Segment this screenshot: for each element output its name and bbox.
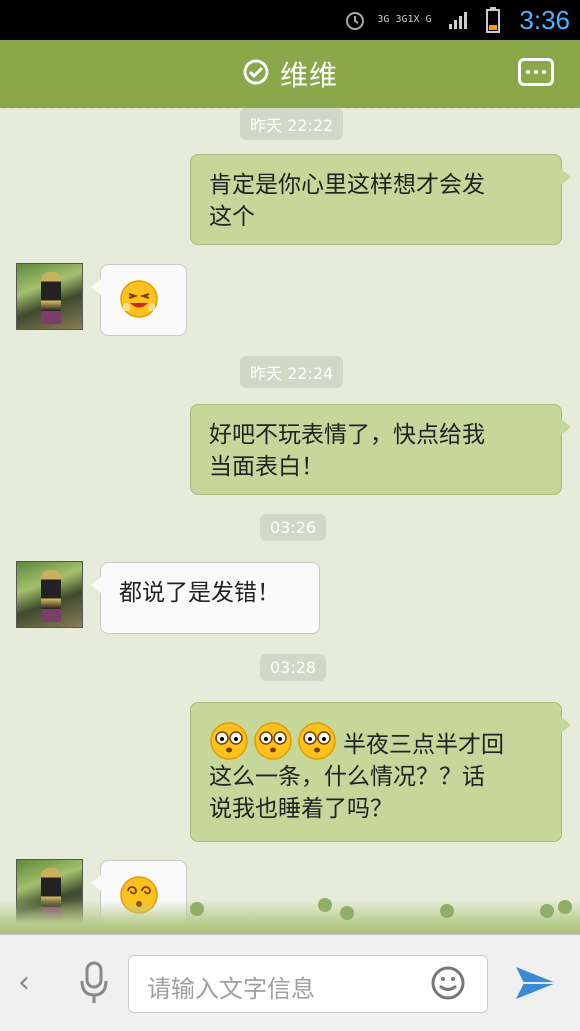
chat-title: 维维 xyxy=(279,59,338,92)
alarm-icon xyxy=(343,8,367,32)
status-time: 3:36 xyxy=(519,4,570,35)
message-bubble-sent[interactable]: 好吧不玩表情了，快点给我 当面表白！ xyxy=(190,404,571,495)
tree-decoration xyxy=(540,904,554,918)
chevron-left-icon[interactable]: ‹ xyxy=(18,965,30,1000)
timestamp: 03:26 xyxy=(260,514,327,541)
timestamp: 昨天 22:22 xyxy=(240,108,344,140)
more-icon xyxy=(526,70,530,74)
laughing-emoji xyxy=(120,280,158,318)
shocked-emoji xyxy=(210,722,248,760)
chat-area[interactable]: 昨天 22:22 肯定是你心里这样想才会发 这个 昨天 22:24 好吧不玩表情… xyxy=(0,108,580,934)
tree-decoration xyxy=(340,906,354,920)
timestamp: 昨天 22:24 xyxy=(240,356,344,388)
microphone-icon[interactable] xyxy=(74,957,114,1007)
signal-icon xyxy=(447,8,471,32)
battery-icon xyxy=(481,7,505,33)
tree-decoration xyxy=(318,898,332,912)
tree-decoration xyxy=(440,904,454,918)
shocked-emoji xyxy=(298,722,336,760)
input-bar: ‹ 请输入文字信息 xyxy=(0,934,580,1031)
message-bubble-sent[interactable]: 半夜三点半才回 这么一条，什么情况？？话 说我也睡着了吗？ xyxy=(190,702,571,842)
status-bar: 3G 3G1X G 3:36 xyxy=(0,0,580,40)
smiley-icon[interactable] xyxy=(430,965,466,1001)
chat-header: 维维 xyxy=(0,40,580,108)
message-bubble-sent[interactable]: 肯定是你心里这样想才会发 这个 xyxy=(190,154,571,245)
avatar[interactable] xyxy=(16,561,83,628)
timestamp: 03:28 xyxy=(260,654,327,681)
message-bubble-received[interactable] xyxy=(91,264,187,336)
network-indicator: 3G 3G1X G xyxy=(377,14,432,25)
shocked-emoji xyxy=(254,722,292,760)
avatar[interactable] xyxy=(16,263,83,330)
send-icon[interactable] xyxy=(512,961,560,1005)
landscape-decoration xyxy=(0,900,580,934)
more-button[interactable] xyxy=(518,58,554,86)
tree-decoration xyxy=(558,900,572,914)
check-circle-icon xyxy=(242,58,270,90)
tree-decoration xyxy=(190,902,204,916)
message-bubble-received[interactable]: 都说了是发错！ xyxy=(91,562,320,634)
